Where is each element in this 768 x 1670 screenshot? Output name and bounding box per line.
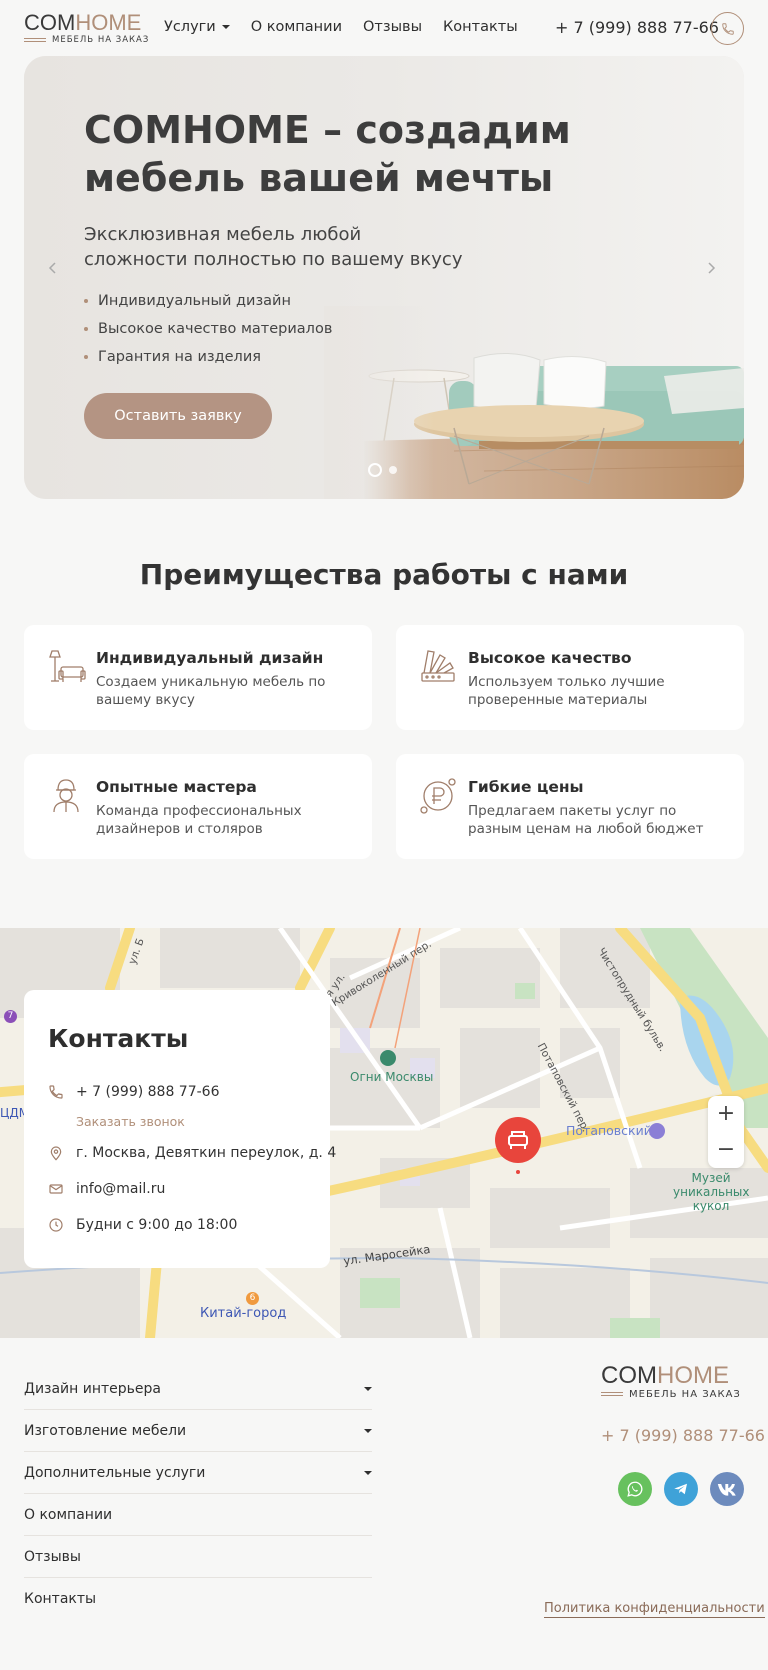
caret-down-icon: [364, 1428, 372, 1433]
advantage-text: Команда профессиональных дизайнеров и ст…: [96, 803, 302, 837]
zoom-in-button[interactable]: +: [708, 1096, 744, 1132]
logo[interactable]: COMHOME МЕБЕЛЬ НА ЗАКАЗ: [24, 12, 149, 45]
header-phone[interactable]: + 7 (999) 888 77-66: [555, 18, 719, 37]
map-label-ogni: Огни Москвы: [350, 1070, 434, 1084]
contact-email[interactable]: info@mail.ru: [48, 1181, 165, 1197]
advantage-card: Индивидуальный дизайн Создаем уникальную…: [24, 625, 372, 730]
map[interactable]: Огни Москвы Потаповский Музей уникальных…: [0, 928, 768, 1338]
advantage-card: Гибкие цены Предлагаем пакеты услуг по р…: [396, 754, 744, 859]
map-zoom-controls: + −: [708, 1096, 744, 1168]
footer-item-about[interactable]: О компании: [24, 1494, 372, 1536]
slider-dot-1[interactable]: [368, 463, 382, 477]
armchair-pin-icon: [495, 1117, 541, 1174]
advantage-title: Гибкие цены: [468, 778, 584, 796]
advantage-card: Высокое качество Используем только лучши…: [396, 625, 744, 730]
caret-down-icon: [221, 25, 230, 29]
logo-wordmark: COMHOME: [601, 1362, 729, 1389]
footer-item-reviews[interactable]: Отзывы: [24, 1536, 372, 1578]
advantage-card: Опытные мастера Команда профессиональных…: [24, 754, 372, 859]
call-button[interactable]: [711, 12, 744, 45]
sofa-lamp-icon: [49, 650, 86, 682]
hero-slider: COMHOME – создадим мебель вашей мечты Эк…: [24, 56, 744, 499]
footer-item-contacts[interactable]: Контакты: [24, 1578, 372, 1620]
metro-badge-6: 6: [246, 1292, 259, 1305]
site-header: COMHOME МЕБЕЛЬ НА ЗАКАЗ Услуги О компани…: [0, 0, 768, 56]
hero-bullets: Индивидуальный дизайн Высокое качество м…: [84, 287, 332, 371]
whatsapp-icon: [627, 1481, 643, 1497]
hero-title: COMHOME – создадим мебель вашей мечты: [84, 108, 571, 200]
advantage-text: Используем только лучшие проверенные мат…: [468, 674, 665, 708]
footer-item-extra-services[interactable]: Дополнительные услуги: [24, 1452, 372, 1494]
nav-item-services[interactable]: Услуги: [164, 19, 230, 35]
contact-hours: Будни с 9:00 до 18:00: [48, 1217, 237, 1233]
whatsapp-button[interactable]: [618, 1472, 652, 1506]
zoom-out-button[interactable]: −: [708, 1132, 744, 1168]
slider-dot-2[interactable]: [389, 466, 397, 474]
metro-badge-7: 7: [4, 1010, 17, 1023]
nav-item-reviews[interactable]: Отзывы: [363, 19, 422, 35]
contact-phone[interactable]: + 7 (999) 888 77-66: [48, 1084, 220, 1100]
vk-button[interactable]: [710, 1472, 744, 1506]
logo-wordmark: COMHOME: [24, 10, 142, 35]
advantage-title: Высокое качество: [468, 649, 632, 667]
advantage-text: Создаем уникальную мебель по вашему вкус…: [96, 674, 326, 708]
color-palette-icon: [421, 650, 455, 682]
privacy-policy-link[interactable]: Политика конфиденциальности: [544, 1601, 765, 1618]
main-nav: Услуги О компании Отзывы Контакты: [164, 19, 518, 35]
footer-item-interior-design[interactable]: Дизайн интерьера: [24, 1368, 372, 1410]
mail-icon: [49, 1184, 63, 1194]
clock-icon: [49, 1218, 63, 1232]
chevron-right-icon[interactable]: [704, 261, 718, 275]
advantage-title: Индивидуальный дизайн: [96, 649, 324, 667]
hero-bullet: Высокое качество материалов: [84, 315, 332, 343]
logo-tagline: МЕБЕЛЬ НА ЗАКАЗ: [601, 1389, 741, 1400]
nav-item-contacts[interactable]: Контакты: [443, 19, 518, 35]
ruble-exchange-icon: [420, 778, 456, 814]
metro-icon: [649, 1123, 665, 1139]
hero-subtitle: Эксклюзивная мебель любой сложности полн…: [84, 224, 463, 270]
contacts-card: Контакты + 7 (999) 888 77-66 Заказать зв…: [24, 990, 336, 1268]
caret-down-icon: [364, 1386, 372, 1391]
contact-address: г. Москва, Девяткин переулок, д. 4: [48, 1145, 336, 1161]
order-callback-link[interactable]: Заказать звонок: [76, 1114, 185, 1129]
worker-icon: [53, 779, 79, 813]
map-label-museum: Музей уникальных кукол: [673, 1171, 750, 1213]
map-pin[interactable]: [494, 1116, 544, 1180]
phone-icon: [721, 22, 734, 35]
footer-phone[interactable]: + 7 (999) 888 77-66: [601, 1426, 765, 1445]
nav-item-about[interactable]: О компании: [251, 19, 342, 35]
leave-request-button[interactable]: Оставить заявку: [84, 393, 272, 439]
advantages-title: Преимущества работы с нами: [139, 558, 629, 591]
map-label-kitai: Китай-город: [200, 1306, 287, 1321]
vk-icon: [717, 1484, 736, 1496]
footer-nav: Дизайн интерьера Изготовление мебели Доп…: [24, 1368, 372, 1620]
hero-bullet: Гарантия на изделия: [84, 343, 332, 371]
advantage-title: Опытные мастера: [96, 778, 257, 796]
advantage-text: Предлагаем пакеты услуг по разным ценам …: [468, 803, 704, 837]
map-poi-icon: [380, 1050, 396, 1066]
contacts-title: Контакты: [48, 1024, 189, 1053]
slider-dots: [368, 463, 397, 477]
telegram-button[interactable]: [664, 1472, 698, 1506]
footer-logo[interactable]: COMHOME МЕБЕЛЬ НА ЗАКАЗ: [601, 1364, 741, 1400]
footer-item-furniture[interactable]: Изготовление мебели: [24, 1410, 372, 1452]
hero-bullet: Индивидуальный дизайн: [84, 287, 332, 315]
chevron-left-icon[interactable]: [46, 261, 60, 275]
phone-icon: [49, 1085, 63, 1099]
caret-down-icon: [364, 1470, 372, 1475]
location-pin-icon: [50, 1146, 62, 1161]
telegram-icon: [674, 1483, 687, 1495]
logo-tagline: МЕБЕЛЬ НА ЗАКАЗ: [24, 35, 149, 45]
